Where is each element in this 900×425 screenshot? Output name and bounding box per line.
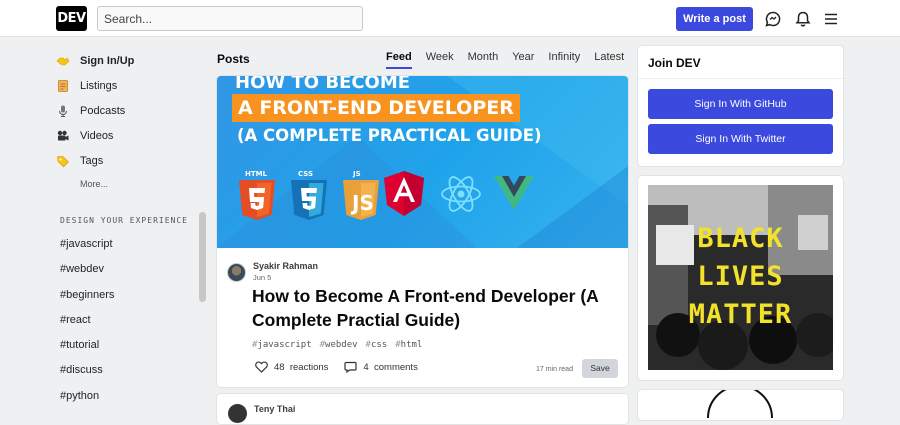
html5-icon: HTML — [239, 170, 275, 220]
author-avatar[interactable] — [228, 404, 247, 423]
tag-link[interactable]: #discuss — [60, 360, 114, 385]
tech-logos: HTML CSS JS JS — [239, 170, 534, 220]
post-actions: 48 reactions 4 comments — [255, 361, 434, 373]
tag-icon — [56, 154, 70, 168]
read-time: 17 min read — [536, 366, 573, 373]
feed-tabs: Feed Week Month Year Infinity Latest — [386, 51, 638, 69]
divider — [638, 78, 843, 79]
banner-line-1: BLACK — [697, 223, 784, 254]
sidebar-item-sign-in[interactable]: Sign In/Up — [56, 48, 206, 73]
post-cover-image[interactable]: HOW TO BECOME A FRONT-END DEVELOPER (A C… — [217, 76, 628, 248]
comments-button[interactable]: 4 comments — [344, 361, 418, 373]
post-meta: Syakir Rahman Jun 5 — [227, 260, 318, 284]
tag-link[interactable]: #python — [60, 386, 114, 411]
join-title: Join DEV — [648, 56, 701, 70]
banner-card: BLACK LIVES MATTER — [638, 176, 843, 380]
sidebar-item-label: Videos — [80, 129, 114, 142]
sidebar-item-podcasts[interactable]: Podcasts — [56, 98, 206, 123]
design-experience-heading: DESIGN YOUR EXPERIENCE — [60, 216, 188, 225]
tag-link[interactable]: #beginners — [60, 285, 114, 310]
cover-line-3: (A COMPLETE PRACTICAL GUIDE) — [237, 126, 542, 145]
sidebar-item-label: Tags — [80, 154, 104, 167]
dev-logo[interactable]: DEV — [56, 6, 87, 31]
angular-icon — [384, 171, 424, 216]
tab-year[interactable]: Year — [512, 51, 534, 69]
sidebar-item-listings[interactable]: Listings — [56, 73, 206, 98]
vue-icon — [494, 176, 534, 210]
reactions-count: 48 — [274, 361, 285, 373]
handshake-icon — [56, 54, 70, 68]
post-tags: #javascript #webdev #css #html — [252, 340, 430, 350]
post-date: Jun 5 — [253, 273, 272, 282]
css3-icon: CSS — [291, 170, 327, 220]
tag-list: #javascript #webdev #beginners #react #t… — [60, 234, 114, 411]
microphone-icon — [56, 104, 70, 118]
author-name[interactable]: Syakir Rahman — [253, 260, 318, 272]
post-tag[interactable]: #javascript — [252, 340, 312, 350]
sidebar-item-label: Listings — [80, 79, 118, 92]
js-icon: JS JS — [343, 170, 379, 220]
tab-feed[interactable]: Feed — [386, 51, 412, 69]
join-dev-panel: Join DEV Sign In With GitHub Sign In Wit… — [638, 46, 843, 166]
bell-icon[interactable] — [793, 9, 813, 29]
reactions-button[interactable]: 48 reactions — [255, 361, 328, 373]
author-name[interactable]: Teny Thai — [254, 404, 295, 414]
post-tag[interactable]: #webdev — [320, 340, 358, 350]
tag-link[interactable]: #webdev — [60, 259, 114, 284]
js-glyph: JS — [350, 191, 374, 215]
html5-caption: HTML — [245, 170, 268, 178]
search-input[interactable] — [97, 6, 363, 31]
film-camera-icon — [56, 129, 70, 143]
sidebar-item-label: Sign In/Up — [80, 54, 135, 67]
card-image-partial — [707, 385, 773, 419]
menu-icon[interactable] — [821, 9, 841, 29]
cover-line-2: A FRONT-END DEVELOPER — [232, 94, 520, 122]
sidebar-item-videos[interactable]: Videos — [56, 123, 206, 148]
tab-month[interactable]: Month — [468, 51, 499, 69]
save-button[interactable]: Save — [582, 359, 618, 378]
sidebar-item-tags[interactable]: Tags — [56, 148, 206, 173]
tab-latest[interactable]: Latest — [594, 51, 624, 69]
banner-line-2: LIVES — [697, 261, 784, 292]
more-link[interactable]: More... — [80, 173, 206, 195]
scroll-icon — [56, 79, 70, 93]
comment-icon — [344, 361, 358, 373]
sidebar-item-label: Podcasts — [80, 104, 126, 117]
posts-heading: Posts — [217, 52, 250, 66]
post-tag[interactable]: #css — [366, 340, 388, 350]
black-lives-matter-banner[interactable]: BLACK LIVES MATTER — [648, 185, 833, 370]
sidebar-card — [638, 385, 843, 420]
tab-infinity[interactable]: Infinity — [548, 51, 580, 69]
tag-link[interactable]: #javascript — [60, 234, 114, 259]
sign-in-github-button[interactable]: Sign In With GitHub — [648, 89, 833, 119]
cover-line-1: HOW TO BECOME — [235, 76, 411, 93]
post-tag[interactable]: #html — [395, 340, 422, 350]
tag-link[interactable]: #tutorial — [60, 335, 114, 360]
top-bar: DEV Write a post — [0, 0, 900, 37]
comments-label: comments — [374, 361, 418, 373]
reactions-label: reactions — [289, 361, 329, 373]
next-post-card[interactable]: Teny Thai — [217, 394, 628, 424]
sidebar-nav: Sign In/Up Listings Podcasts Videos Tags… — [56, 48, 206, 195]
post-title[interactable]: How to Become A Front-end Developer (A C… — [252, 284, 622, 332]
post-card[interactable]: HOW TO BECOME A FRONT-END DEVELOPER (A C… — [217, 76, 628, 387]
tag-link[interactable]: #react — [60, 310, 114, 335]
banner-line-3: MATTER — [688, 299, 793, 330]
chat-icon[interactable] — [763, 9, 783, 29]
js-caption: JS — [352, 170, 361, 178]
comments-count: 4 — [363, 361, 369, 373]
sidebar-scrollbar[interactable] — [199, 212, 206, 302]
react-icon — [441, 176, 481, 212]
author-avatar[interactable] — [227, 263, 246, 282]
heart-icon — [255, 361, 268, 373]
tab-week[interactable]: Week — [426, 51, 454, 69]
css3-caption: CSS — [298, 170, 313, 178]
write-post-button[interactable]: Write a post — [676, 7, 753, 31]
sign-in-twitter-button[interactable]: Sign In With Twitter — [648, 124, 833, 154]
